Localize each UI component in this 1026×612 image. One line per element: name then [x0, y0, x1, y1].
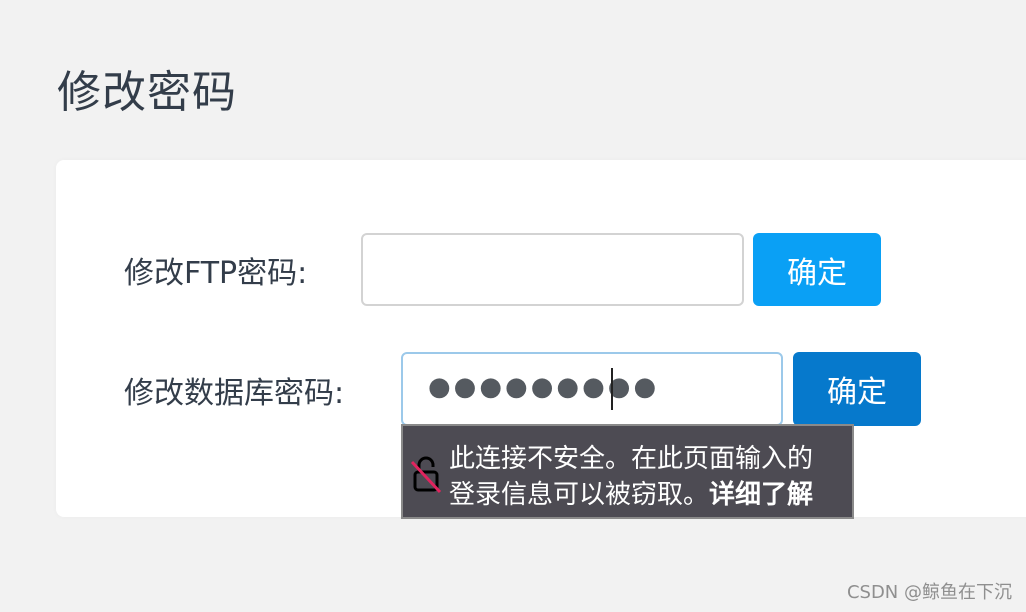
- learn-more-link[interactable]: 详细了解: [709, 480, 813, 510]
- tooltip-message-line1: 此连接不安全。在此页面输入的: [449, 444, 814, 474]
- ftp-confirm-button[interactable]: 确定: [753, 233, 881, 306]
- db-confirm-button[interactable]: 确定: [793, 352, 921, 426]
- watermark: CSDN @鲸鱼在下沉: [846, 582, 1012, 603]
- db-password-input[interactable]: ●●●●●●●●●: [401, 352, 783, 426]
- text-caret: [611, 368, 613, 410]
- ftp-password-label: 修改FTP密码:: [124, 256, 308, 291]
- db-password-label: 修改数据库密码:: [124, 376, 345, 411]
- insecure-connection-tooltip: 此连接不安全。在此页面输入的 登录信息可以被窃取。详细了解: [401, 424, 854, 519]
- db-password-masked-value: ●●●●●●●●●: [428, 372, 660, 402]
- page-title: 修改密码: [57, 67, 237, 118]
- tooltip-message-line2: 登录信息可以被窃取。详细了解: [449, 474, 813, 511]
- insecure-lock-icon: [410, 456, 442, 494]
- tooltip-message-text: 登录信息可以被窃取。: [449, 480, 710, 510]
- ftp-password-input[interactable]: [361, 233, 744, 306]
